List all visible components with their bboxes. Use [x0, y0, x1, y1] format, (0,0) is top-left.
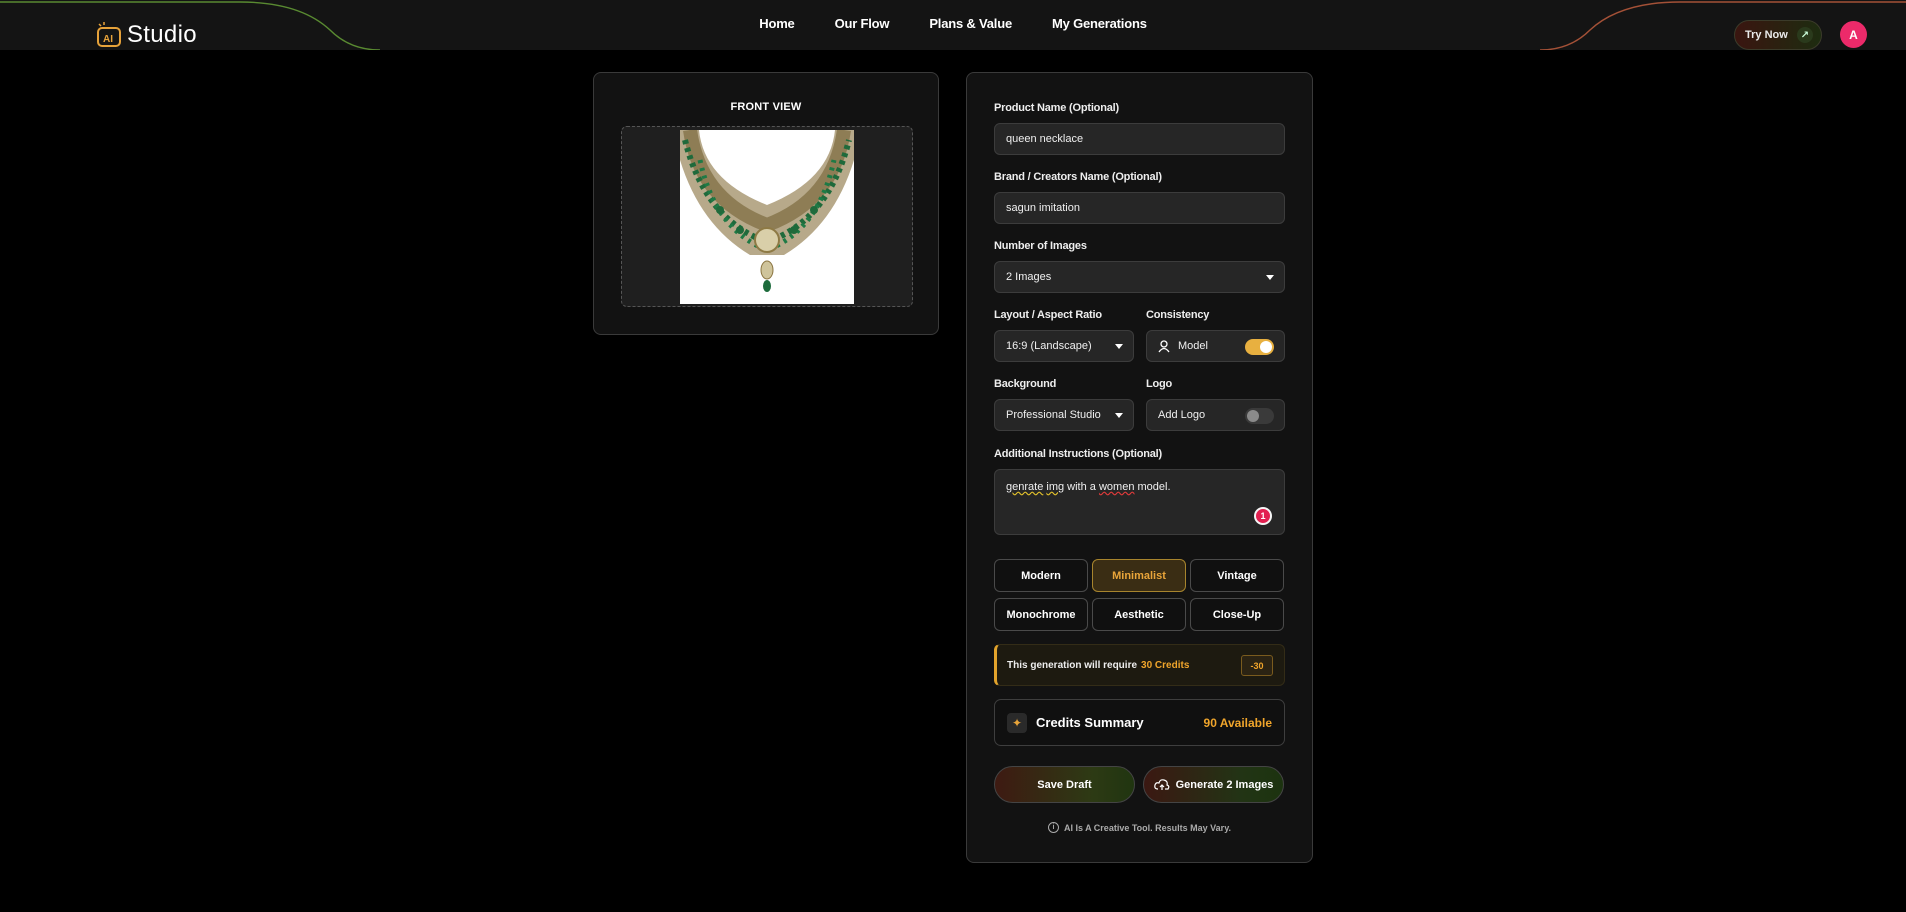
style-vintage-button[interactable]: Vintage [1190, 559, 1284, 592]
style-aesthetic-button[interactable]: Aesthetic [1092, 598, 1186, 631]
nav-home[interactable]: Home [739, 16, 814, 31]
credits-summary[interactable]: ✦ Credits Summary 90 Available [994, 699, 1285, 746]
try-now-button[interactable]: Try Now ↗ [1734, 20, 1822, 50]
logo-label: Logo [1146, 378, 1173, 390]
credit-note-text: This generation will require [1007, 659, 1138, 671]
style-close-up-button[interactable]: Close-Up [1190, 598, 1284, 631]
product-name-label: Product Name (Optional) [994, 102, 1119, 114]
chevron-down-icon [1115, 413, 1123, 418]
consistency-field: Model [1146, 330, 1285, 362]
background-label: Background [994, 378, 1057, 390]
arrow-up-right-icon: ↗ [1797, 27, 1813, 43]
nav-plans-value[interactable]: Plans & Value [909, 16, 1032, 31]
generation-form-panel: Product Name (Optional) queen necklace B… [966, 72, 1313, 863]
instructions-textarea[interactable]: genrate img with a women model. 1 [994, 469, 1285, 535]
ai-disclaimer: i AI Is A Creative Tool. Results May Var… [967, 822, 1312, 833]
brand-name-label: Brand / Creators Name (Optional) [994, 171, 1162, 183]
instruction-word: genrate [1006, 481, 1044, 493]
credit-cost-badge: -30 [1241, 655, 1273, 676]
disclaimer-text: AI Is A Creative Tool. Results May Vary. [1063, 822, 1232, 833]
product-image-necklace [680, 130, 854, 304]
cloud-upload-icon [1153, 778, 1170, 791]
product-name-input[interactable]: queen necklace [994, 123, 1285, 155]
instruction-word: women [1098, 481, 1135, 493]
generate-images-label: Generate 2 Images [1175, 778, 1274, 791]
chevron-down-icon [1266, 275, 1274, 280]
top-header: AI Studio Home Our Flow Plans & Value My… [0, 0, 1906, 50]
style-modern-button[interactable]: Modern [994, 559, 1088, 592]
notification-badge[interactable]: 1 [1254, 507, 1272, 525]
credit-note-amount: 30 Credits [1141, 659, 1190, 671]
credit-requirement-notice: This generation will require 30 Credits … [994, 644, 1285, 686]
toggle-knob [1260, 341, 1272, 353]
user-avatar[interactable]: A [1840, 21, 1867, 48]
consistency-toggle[interactable] [1245, 339, 1274, 355]
style-monochrome-button[interactable]: Monochrome [994, 598, 1088, 631]
main-nav: Home Our Flow Plans & Value My Generatio… [0, 16, 1906, 31]
logo-field: Add Logo [1146, 399, 1285, 431]
chevron-down-icon [1115, 344, 1123, 349]
sparkle-icon: ✦ [1007, 712, 1027, 733]
info-icon: i [1047, 822, 1059, 833]
person-icon [1158, 339, 1170, 353]
instructions-label: Additional Instructions (Optional) [994, 448, 1162, 460]
number-of-images-value: 2 Images [1006, 271, 1052, 283]
number-of-images-label: Number of Images [994, 240, 1087, 252]
credits-summary-title: Credits Summary [1036, 715, 1144, 730]
instruction-word: with a [1067, 481, 1096, 493]
layout-select[interactable]: 16:9 (Landscape) [994, 330, 1134, 362]
svg-text:AI: AI [103, 34, 113, 45]
layout-label: Layout / Aspect Ratio [994, 309, 1102, 321]
toggle-knob [1247, 410, 1259, 422]
consistency-label: Consistency [1146, 309, 1210, 321]
try-now-label: Try Now [1745, 29, 1788, 41]
preview-panel: FRONT VIEW [593, 72, 939, 335]
credits-available: 90 Available [1203, 715, 1272, 730]
instruction-word: model. [1137, 481, 1171, 493]
style-minimalist-button[interactable]: Minimalist [1092, 559, 1186, 592]
add-logo-toggle[interactable] [1245, 408, 1274, 424]
save-draft-button[interactable]: Save Draft [994, 766, 1135, 803]
nav-my-generations[interactable]: My Generations [1032, 16, 1167, 31]
background-select[interactable]: Professional Studio [994, 399, 1134, 431]
style-options: Modern Minimalist Vintage Monochrome Aes… [994, 559, 1285, 631]
number-of-images-select[interactable]: 2 Images [994, 261, 1285, 293]
instruction-word: img [1046, 481, 1065, 493]
background-value: Professional Studio [1006, 409, 1101, 421]
consistency-option: Model [1178, 340, 1208, 352]
layout-value: 16:9 (Landscape) [1006, 340, 1092, 352]
front-view-title: FRONT VIEW [730, 101, 802, 113]
save-draft-label: Save Draft [1037, 778, 1092, 791]
add-logo-option: Add Logo [1158, 409, 1206, 421]
nav-our-flow[interactable]: Our Flow [815, 16, 910, 31]
brand-name-input[interactable]: sagun imitation [994, 192, 1285, 224]
generate-images-button[interactable]: Generate 2 Images [1143, 766, 1284, 803]
image-dropzone[interactable] [621, 126, 913, 307]
